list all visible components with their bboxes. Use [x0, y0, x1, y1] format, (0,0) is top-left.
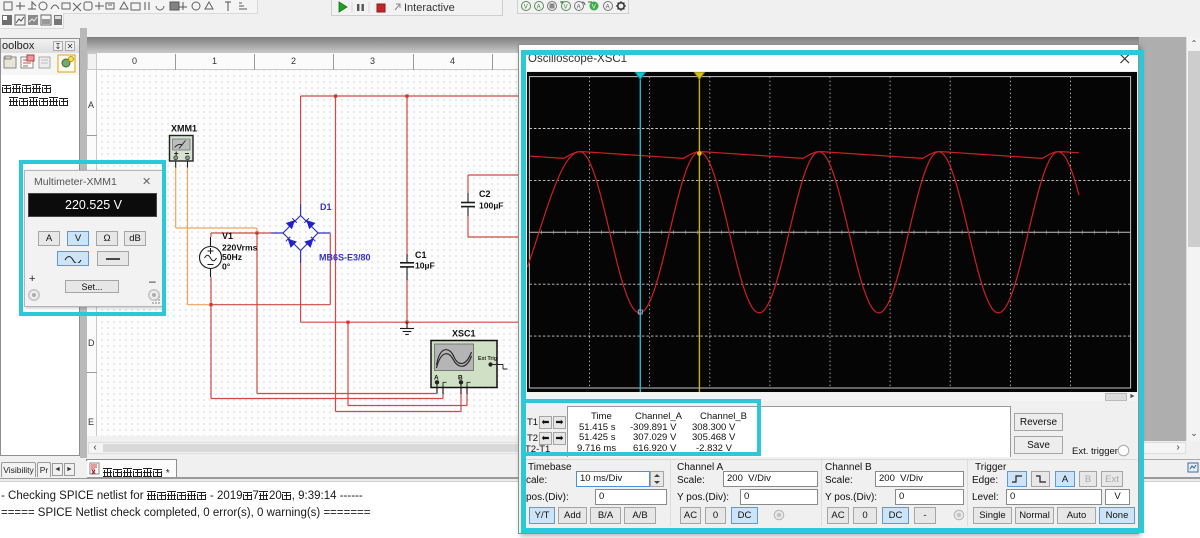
svg-text:XSC1: XSC1 [452, 329, 476, 339]
svg-text:220Vrms: 220Vrms [222, 243, 258, 253]
svg-text:XMM1: XMM1 [171, 124, 197, 134]
svg-text:D1: D1 [320, 202, 332, 212]
svg-text:Ext Trig: Ext Trig [478, 356, 497, 362]
svg-text:MB6S-E3/80: MB6S-E3/80 [319, 253, 371, 263]
svg-text:100µF: 100µF [479, 201, 504, 211]
svg-text:V1: V1 [222, 231, 233, 241]
svg-text:50Hz: 50Hz [222, 252, 242, 262]
svg-text:C1: C1 [415, 250, 427, 260]
svg-text:10µF: 10µF [415, 261, 435, 271]
svg-text:0°: 0° [222, 262, 231, 272]
svg-text:C2: C2 [479, 189, 491, 199]
